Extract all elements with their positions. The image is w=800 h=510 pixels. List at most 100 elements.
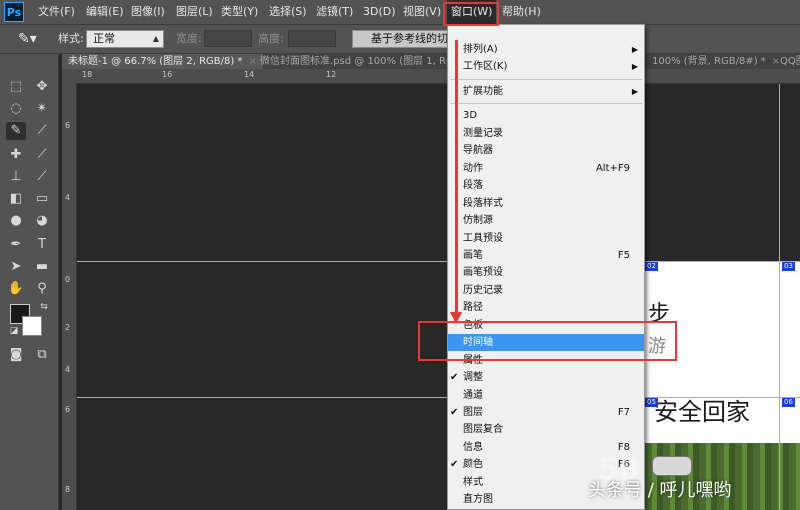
menu-item-label: 工作区(K) bbox=[463, 61, 508, 73]
menu-item-label: 调整 bbox=[463, 372, 483, 384]
submenu-arrow-icon: ▶ bbox=[631, 86, 638, 96]
menu-item-label: 测量记录 bbox=[463, 127, 503, 139]
window-menu-item[interactable]: 3D bbox=[448, 107, 644, 124]
healing-brush-icon[interactable]: ✚ bbox=[6, 146, 26, 164]
menu-filter[interactable]: 滤镜(T) bbox=[316, 0, 353, 24]
checkmark-icon: ✔ bbox=[450, 372, 459, 384]
guide-line[interactable] bbox=[779, 84, 780, 510]
tab-qq[interactable]: QQ图 bbox=[776, 54, 800, 69]
ruler-number: 2 bbox=[65, 323, 71, 332]
tab-wechat-cover[interactable]: 微信封面图标准.psd @ 100% (图层 1, RGB bbox=[256, 54, 465, 69]
brush-tool-icon[interactable]: ✎▾ bbox=[18, 25, 37, 53]
window-menu-item[interactable]: 动作 Alt+F9 bbox=[448, 160, 644, 177]
blur-icon[interactable]: ● bbox=[6, 212, 26, 230]
menu-file[interactable]: 文件(F) bbox=[38, 0, 75, 24]
window-menu-item[interactable]: 扩展功能 ▶ bbox=[448, 83, 644, 100]
height-input[interactable] bbox=[288, 30, 336, 47]
window-menu-item[interactable]: 历史记录 bbox=[448, 282, 644, 299]
magic-wand-icon[interactable]: ✴ bbox=[32, 100, 52, 118]
menu-item-label: 信息 bbox=[463, 441, 483, 453]
menu-item-label: 画笔 bbox=[463, 249, 483, 261]
dodge-icon[interactable]: ◕ bbox=[32, 212, 52, 230]
style-select[interactable]: 正常 ▲ bbox=[86, 30, 164, 48]
shape-tool-icon[interactable]: ▬ bbox=[32, 258, 52, 276]
menu-image[interactable]: 图像(I) bbox=[131, 0, 165, 24]
window-menu-item[interactable]: 段落 bbox=[448, 177, 644, 194]
submenu-arrow-icon: ▶ bbox=[631, 45, 638, 54]
tab-label: 微信封面图标准.psd @ 100% (图层 1, RGB bbox=[260, 56, 461, 67]
screen-mode-icon[interactable]: ⧉ bbox=[32, 346, 52, 364]
options-bar: ✎▾ 样式: 正常 ▲ 宽度: 高度: 基于参考线的切片 bbox=[0, 25, 800, 54]
width-input[interactable] bbox=[204, 30, 252, 47]
slice-tool-icon[interactable]: ✎ bbox=[6, 122, 26, 140]
gradient-icon[interactable]: ▭ bbox=[32, 190, 52, 208]
window-menu-dropdown: 排列(A) ▶ 工作区(K) ▶ 扩展功能 ▶ 3D 测量记录 导航器 动作 Alt+F9 段落 段落样… bbox=[447, 24, 645, 510]
menu-item-label: 段落 bbox=[463, 180, 483, 192]
window-menu-item[interactable]: 导航器 bbox=[448, 142, 644, 159]
path-select-icon[interactable]: ➤ bbox=[6, 258, 26, 276]
window-menu-item[interactable]: 通道 bbox=[448, 387, 644, 404]
menu-select[interactable]: 选择(S) bbox=[269, 0, 307, 24]
tab-untitled[interactable]: 未标题-1 @ 66.7% (图层 2, RGB/8) * × bbox=[62, 54, 263, 69]
annotation-box bbox=[443, 2, 499, 26]
menu-layer[interactable]: 图层(L) bbox=[176, 0, 213, 24]
window-menu-item[interactable]: 仿制源 bbox=[448, 212, 644, 229]
menu-help[interactable]: 帮助(H) bbox=[502, 0, 541, 24]
vertical-ruler: 6 4 0 2 4 6 8 bbox=[62, 83, 77, 510]
menu-item-label: 扩展功能 bbox=[463, 85, 503, 97]
eraser-icon[interactable]: ◧ bbox=[6, 190, 26, 208]
menu-separator bbox=[450, 103, 642, 105]
menu-type[interactable]: 类型(Y) bbox=[221, 0, 258, 24]
window-menu-item[interactable]: ✔ 调整 bbox=[448, 369, 644, 386]
slices-from-guides-button[interactable]: 基于参考线的切片 bbox=[352, 30, 452, 48]
watermark-text: 头条号 / 呼儿嘿哟 bbox=[588, 480, 732, 501]
menu-edit[interactable]: 编辑(E) bbox=[86, 0, 124, 24]
window-menu-item[interactable]: 工作区(K) ▶ bbox=[448, 58, 644, 75]
eyedropper-icon[interactable]: ⟋ bbox=[32, 122, 52, 140]
zoom-tool-icon[interactable]: ⚲ bbox=[32, 280, 52, 298]
quick-mask-icon[interactable]: ◙ bbox=[6, 346, 26, 364]
tab-label: 100% (背景, RGB/8#) * bbox=[652, 56, 766, 67]
swap-colors-icon[interactable]: ⇆ bbox=[34, 298, 54, 316]
menu-view[interactable]: 视图(V) bbox=[403, 0, 441, 24]
menu-item-label: 样式 bbox=[463, 476, 483, 488]
slice-tag: 06 bbox=[782, 398, 795, 407]
menu-item-label: 历史记录 bbox=[463, 284, 503, 296]
window-menu-item[interactable]: 排列(A) ▶ bbox=[448, 41, 644, 58]
menu-item-label: 动作 bbox=[463, 162, 483, 174]
window-menu-item[interactable]: 路径 bbox=[448, 299, 644, 316]
stamp-tool-icon[interactable]: ⊥ bbox=[6, 168, 26, 186]
window-menu-item[interactable]: 测量记录 bbox=[448, 125, 644, 142]
menu-item-label: 通道 bbox=[463, 389, 483, 401]
chevron-updown-icon: ▲ bbox=[152, 34, 159, 43]
window-menu-item[interactable]: 段落样式 bbox=[448, 195, 644, 212]
width-label: 宽度: bbox=[176, 32, 202, 45]
brush-icon[interactable]: ⟋ bbox=[32, 146, 52, 164]
hand-tool-icon[interactable]: ✋ bbox=[6, 280, 26, 298]
marquee-tool-icon[interactable]: ⬚ bbox=[6, 78, 26, 96]
window-menu-item[interactable]: 工具预设 bbox=[448, 230, 644, 247]
history-brush-icon[interactable]: ⟋ bbox=[32, 168, 52, 186]
window-menu-item[interactable]: 图层复合 bbox=[448, 421, 644, 438]
window-menu-item[interactable]: 画笔 F5 bbox=[448, 247, 644, 264]
guide-line[interactable] bbox=[77, 397, 800, 398]
ruler-number: 6 bbox=[65, 121, 71, 130]
menu-3d[interactable]: 3D(D) bbox=[363, 0, 396, 24]
annotation-box bbox=[418, 321, 677, 361]
photoshop-logo-icon: Ps bbox=[4, 2, 24, 22]
pen-tool-icon[interactable]: ✒ bbox=[6, 236, 26, 254]
slice-tag: 05 bbox=[645, 398, 658, 407]
background-color-swatch[interactable] bbox=[22, 316, 42, 336]
car-image bbox=[652, 456, 692, 476]
menu-item-label: 颜色 bbox=[463, 459, 483, 471]
move-tool-icon[interactable]: ✥ bbox=[32, 78, 52, 96]
window-menu-item[interactable]: ✔ 图层 F7 bbox=[448, 404, 644, 421]
tab-third[interactable]: 100% (背景, RGB/8#) * × bbox=[648, 54, 784, 69]
lasso-tool-icon[interactable]: ◌ bbox=[6, 100, 26, 118]
guide-line[interactable] bbox=[77, 261, 800, 262]
ruler-number: 18 bbox=[82, 70, 93, 79]
ruler-number: 8 bbox=[65, 485, 71, 494]
type-tool-icon[interactable]: T bbox=[32, 236, 52, 254]
default-colors-icon[interactable]: ◪ bbox=[4, 322, 24, 340]
window-menu-item[interactable]: 画笔预设 bbox=[448, 264, 644, 281]
